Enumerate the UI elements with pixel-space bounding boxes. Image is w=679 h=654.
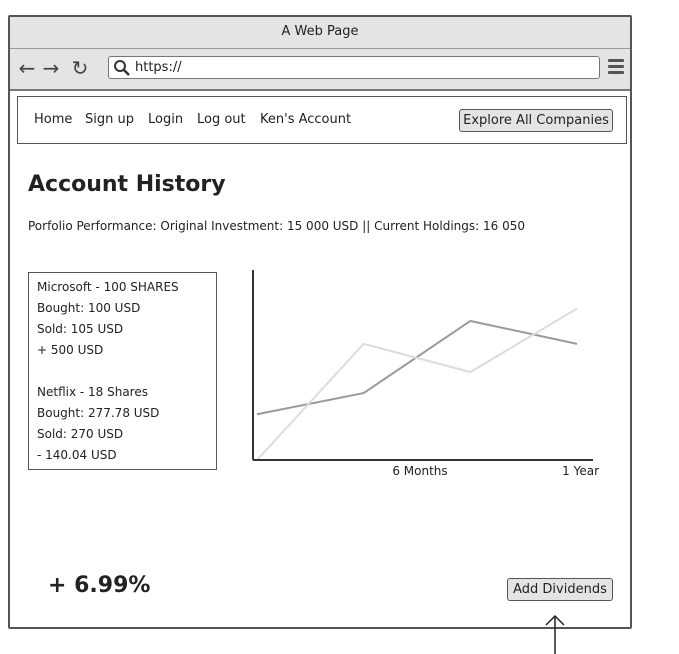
holding-line: - 140.04 USD	[37, 448, 117, 462]
nav-logout-link[interactable]: Log out	[197, 112, 246, 127]
reload-icon[interactable]: ↻	[71, 58, 89, 78]
browser-window: A Web Page ← → ↻ https:// Home Sign up L…	[8, 15, 632, 629]
performance-line-chart: 6 Months 1 Year	[252, 270, 599, 478]
search-icon	[114, 60, 130, 76]
nav-login-link[interactable]: Login	[148, 112, 183, 127]
series-line-1	[256, 319, 578, 416]
holding-line: Sold: 270 USD	[37, 427, 124, 441]
window-title: A Web Page	[10, 17, 630, 49]
x-tick-label: 6 Months	[392, 464, 447, 478]
netflix-holding: Netflix - 18 Shares Bought: 277.78 USD S…	[37, 382, 216, 466]
holding-line: Bought: 100 USD	[37, 301, 141, 315]
explore-companies-button[interactable]: Explore All Companies	[459, 109, 613, 132]
add-dividends-button[interactable]: Add Dividends	[507, 578, 613, 601]
nav-account-link[interactable]: Ken's Account	[260, 112, 351, 127]
address-bar[interactable]: https://	[108, 56, 600, 79]
holding-line: Sold: 105 USD	[37, 322, 124, 336]
nav-signup-link[interactable]: Sign up	[85, 112, 134, 127]
holding-line: Bought: 277.78 USD	[37, 406, 160, 420]
address-url: https://	[135, 60, 182, 75]
pointer-arrow-icon	[545, 614, 565, 654]
forward-arrow-icon[interactable]: →	[42, 58, 60, 78]
holdings-box: Microsoft - 100 SHARES Bought: 100 USD S…	[28, 272, 217, 470]
microsoft-holding: Microsoft - 100 SHARES Bought: 100 USD S…	[37, 277, 216, 361]
percent-change: + 6.99%	[48, 573, 151, 598]
portfolio-performance-text: Porfolio Performance: Original Investmen…	[28, 219, 525, 233]
browser-toolbar: ← → ↻ https://	[10, 49, 630, 91]
holding-line: Netflix - 18 Shares	[37, 385, 148, 399]
x-tick-label: 1 Year	[562, 464, 599, 478]
hamburger-menu-icon[interactable]	[608, 59, 624, 79]
site-navbar: Home Sign up Login Log out Ken's Account…	[17, 96, 627, 144]
nav-home-link[interactable]: Home	[34, 112, 72, 127]
holding-line: + 500 USD	[37, 343, 104, 357]
back-arrow-icon[interactable]: ←	[18, 58, 36, 78]
series-line-2	[256, 307, 578, 461]
holding-line: Microsoft - 100 SHARES	[37, 280, 179, 294]
page-title: Account History	[28, 172, 226, 197]
